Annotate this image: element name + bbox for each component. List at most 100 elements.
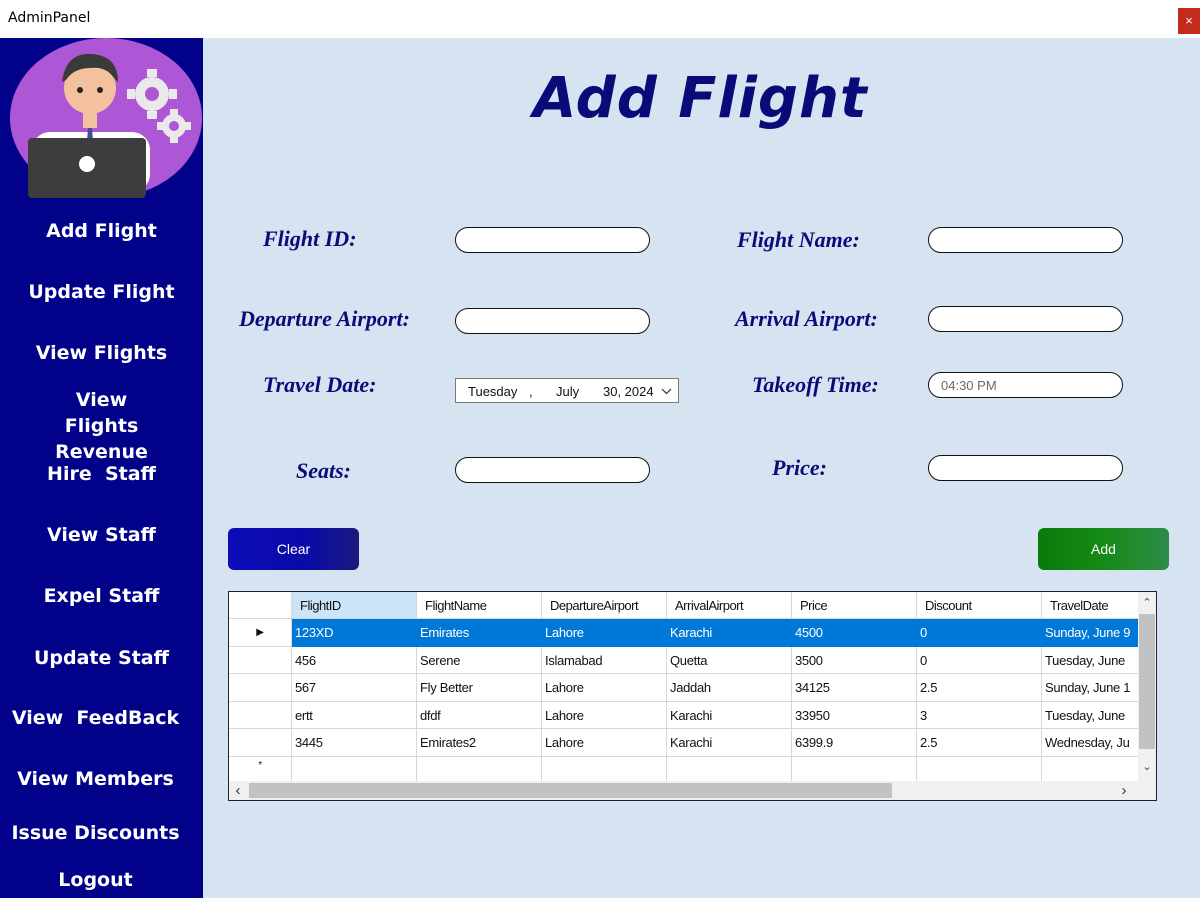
table-cell[interactable]: dfdf <box>417 701 542 729</box>
table-cell[interactable]: 456 <box>292 646 417 674</box>
table-cell[interactable]: Tuesday, June <box>1042 646 1139 674</box>
row-header[interactable] <box>229 674 292 702</box>
scroll-down-icon[interactable]: ⌄ <box>1138 758 1156 776</box>
table-cell[interactable]: Serene <box>417 646 542 674</box>
table-cell[interactable]: Sunday, June 1 <box>1042 674 1139 702</box>
row-header[interactable] <box>229 646 292 674</box>
table-cell[interactable] <box>292 756 417 784</box>
close-button[interactable]: × <box>1178 8 1200 34</box>
current-row-marker-icon[interactable]: ▶ <box>229 619 292 647</box>
table-cell[interactable]: Karachi <box>667 619 792 647</box>
table-row[interactable]: 567 Fly Better Lahore Jaddah 34125 2.5 Sunday,… <box>229 674 1139 702</box>
price-label: Price: <box>772 455 827 480</box>
sidebar-item-view-feedback[interactable]: View FeedBack <box>0 705 203 731</box>
horizontal-scroll-thumb[interactable] <box>249 783 892 798</box>
column-header[interactable]: TravelDate <box>1042 592 1139 619</box>
takeoff-time-input[interactable] <box>928 372 1123 398</box>
chevron-down-icon[interactable] <box>661 388 672 395</box>
travel-date-month: July <box>556 384 580 399</box>
table-cell[interactable]: Karachi <box>667 729 792 757</box>
table-cell[interactable]: 34125 <box>792 674 917 702</box>
row-header[interactable] <box>229 729 292 757</box>
table-cell[interactable]: Lahore <box>542 674 667 702</box>
table-cell[interactable] <box>1042 756 1139 784</box>
sidebar-item-view-staff[interactable]: View Staff <box>0 522 203 548</box>
table-cell[interactable]: 4500 <box>792 619 917 647</box>
table-row[interactable]: 456 Serene Islamabad Quetta 3500 0 Tuesday, Ju… <box>229 646 1139 674</box>
flight-id-input[interactable] <box>455 227 650 253</box>
table-cell[interactable]: ertt <box>292 701 417 729</box>
sidebar-item-update-flight[interactable]: Update Flight <box>0 279 203 305</box>
seats-label: Seats: <box>296 458 351 483</box>
table-cell[interactable]: 3500 <box>792 646 917 674</box>
table-cell[interactable]: Fly Better <box>417 674 542 702</box>
column-header[interactable]: DepartureAirport <box>542 592 667 619</box>
sidebar-item-hire-staff[interactable]: Hire Staff <box>0 461 203 487</box>
takeoff-time-label: Takeoff Time: <box>752 372 879 397</box>
table-cell[interactable]: Lahore <box>542 729 667 757</box>
price-input[interactable] <box>928 455 1123 481</box>
column-header[interactable]: Price <box>792 592 917 619</box>
table-cell[interactable]: 33950 <box>792 701 917 729</box>
table-cell[interactable]: 2.5 <box>917 674 1042 702</box>
sidebar-item-view-members[interactable]: View Members <box>0 766 203 792</box>
table-cell[interactable]: Jaddah <box>667 674 792 702</box>
new-row[interactable]: * <box>229 756 1139 784</box>
travel-date-picker[interactable]: Tuesday , July 30, 2024 <box>455 378 679 403</box>
table-cell[interactable]: 123XD <box>292 619 417 647</box>
table-cell[interactable]: 567 <box>292 674 417 702</box>
sidebar-item-expel-staff[interactable]: Expel Staff <box>0 583 203 609</box>
scroll-right-icon[interactable]: › <box>1115 781 1133 800</box>
table-cell[interactable]: 3 <box>917 701 1042 729</box>
table-cell[interactable]: 0 <box>917 646 1042 674</box>
departure-airport-input[interactable] <box>455 308 650 334</box>
horizontal-scrollbar[interactable]: ‹ › <box>229 781 1156 800</box>
column-header[interactable]: FlightName <box>417 592 542 619</box>
table-cell[interactable]: 6399.9 <box>792 729 917 757</box>
arrival-airport-label: Arrival Airport: <box>735 306 878 331</box>
sidebar-item-add-flight[interactable]: Add Flight <box>0 218 203 244</box>
table-row[interactable]: ertt dfdf Lahore Karachi 33950 3 Tuesday, June <box>229 701 1139 729</box>
table-cell[interactable]: Islamabad <box>542 646 667 674</box>
table-cell[interactable] <box>667 756 792 784</box>
row-header[interactable] <box>229 701 292 729</box>
table-cell[interactable]: Wednesday, Ju <box>1042 729 1139 757</box>
table-cell[interactable]: Sunday, June 9 <box>1042 619 1139 647</box>
table-cell[interactable]: 3445 <box>292 729 417 757</box>
table-cell[interactable] <box>917 756 1042 784</box>
table-cell[interactable]: Karachi <box>667 701 792 729</box>
table-cell[interactable] <box>792 756 917 784</box>
table-cell[interactable]: Quetta <box>667 646 792 674</box>
table-cell[interactable]: Lahore <box>542 701 667 729</box>
table-cell[interactable]: Emirates2 <box>417 729 542 757</box>
table-cell[interactable]: Emirates <box>417 619 542 647</box>
column-header[interactable]: FlightID <box>292 592 417 619</box>
flight-name-input[interactable] <box>928 227 1123 253</box>
clear-button[interactable]: Clear <box>228 528 359 570</box>
table-cell[interactable]: 2.5 <box>917 729 1042 757</box>
seats-input[interactable] <box>455 457 650 483</box>
table-cell[interactable] <box>542 756 667 784</box>
table-cell[interactable]: 0 <box>917 619 1042 647</box>
flights-grid[interactable]: FlightID FlightName DepartureAirport Arr… <box>228 591 1157 801</box>
vertical-scrollbar[interactable]: ⌃ ⌄ <box>1138 592 1156 782</box>
sidebar-item-issue-discounts[interactable]: Issue Discounts <box>0 820 203 846</box>
sidebar-item-logout[interactable]: Logout <box>0 867 203 893</box>
page-title: Add Flight <box>533 66 868 131</box>
sidebar-item-view-flights[interactable]: View Flights <box>0 340 203 366</box>
add-button[interactable]: Add <box>1038 528 1169 570</box>
table-cell[interactable]: Tuesday, June <box>1042 701 1139 729</box>
table-cell[interactable] <box>417 756 542 784</box>
table-row[interactable]: 3445 Emirates2 Lahore Karachi 6399.9 2.5 Wedne… <box>229 729 1139 757</box>
flight-id-label: Flight ID: <box>263 226 357 251</box>
table-row[interactable]: ▶ 123XD Emirates Lahore Karachi 4500 0 Sunday, … <box>229 619 1139 647</box>
scroll-up-icon[interactable]: ⌃ <box>1138 594 1156 612</box>
arrival-airport-input[interactable] <box>928 306 1123 332</box>
column-header[interactable]: ArrivalAirport <box>667 592 792 619</box>
column-header[interactable]: Discount <box>917 592 1042 619</box>
scroll-left-icon[interactable]: ‹ <box>229 781 247 800</box>
sidebar-item-update-staff[interactable]: Update Staff <box>0 645 203 671</box>
sidebar-item-view-flights-revenue[interactable]: View Flights Revenue <box>0 387 203 465</box>
table-cell[interactable]: Lahore <box>542 619 667 647</box>
vertical-scroll-thumb[interactable] <box>1139 614 1155 749</box>
